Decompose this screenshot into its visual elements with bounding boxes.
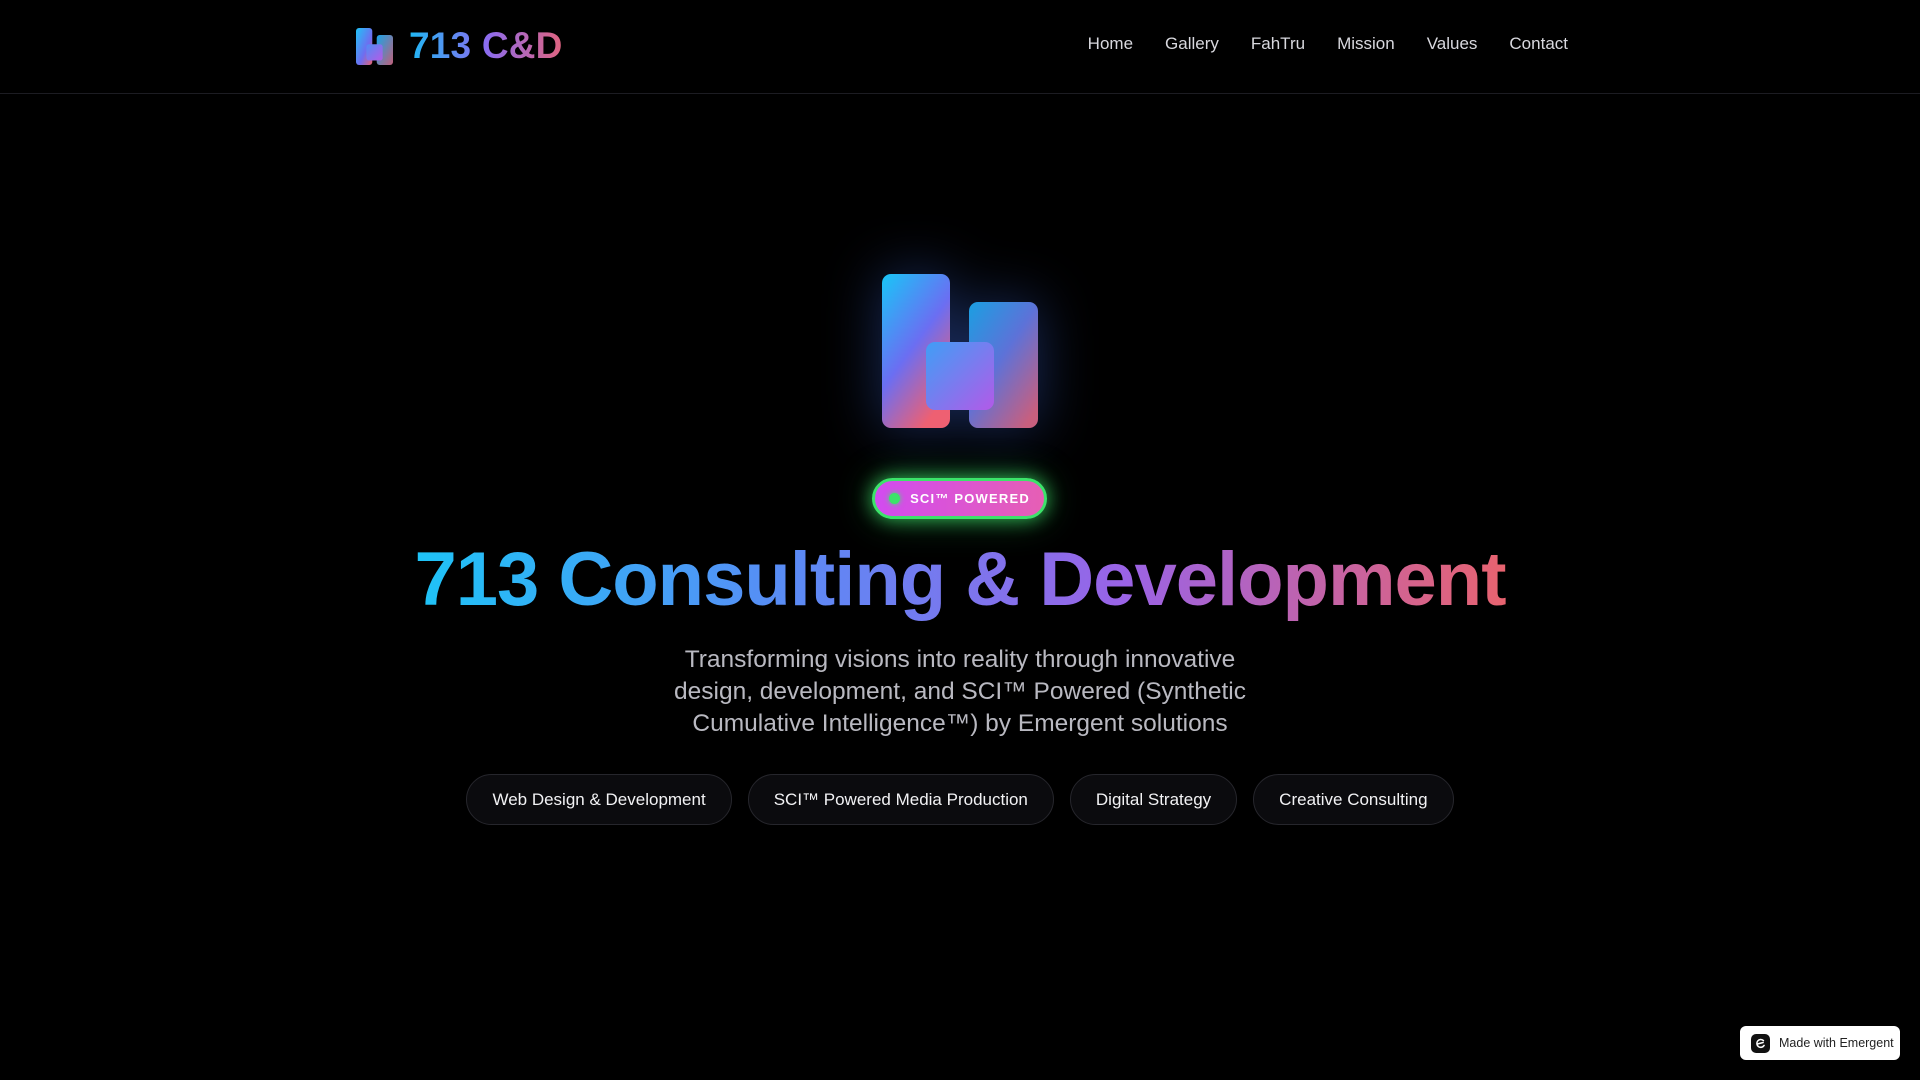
nav-contact[interactable]: Contact: [1509, 34, 1568, 54]
sci-powered-badge: SCI™ POWERED: [872, 478, 1047, 519]
service-chips: Web Design & Development SCI™ Powered Me…: [0, 774, 1920, 825]
brand[interactable]: 713 C&D: [356, 24, 563, 68]
made-with-emergent-badge[interactable]: Made with Emergent: [1740, 1026, 1900, 1060]
hero-title-text: 713 Consulting & Development: [414, 537, 1506, 622]
chip-digital-strategy[interactable]: Digital Strategy: [1069, 774, 1238, 825]
brand-logo-icon: [356, 27, 393, 65]
chip-web-design[interactable]: Web Design & Development: [466, 774, 732, 825]
site-header: 713 C&D Home Gallery FahTru Mission Valu…: [0, 0, 1920, 94]
status-dot-icon: [889, 493, 901, 504]
chip-creative-consulting[interactable]: Creative Consulting: [1253, 774, 1454, 825]
brand-logo-icon: [882, 274, 1038, 428]
nav-values[interactable]: Values: [1427, 34, 1478, 54]
hero-logo: [880, 270, 1040, 430]
landing-page: 713 C&D Home Gallery FahTru Mission Valu…: [0, 0, 1920, 1080]
emergent-icon: [1751, 1033, 1770, 1053]
main-nav: Home Gallery FahTru Mission Values Conta…: [1088, 34, 1568, 54]
brand-name: 713 C&D: [409, 25, 563, 66]
chip-media-production[interactable]: SCI™ Powered Media Production: [747, 774, 1054, 825]
made-with-label: Made with Emergent: [1779, 1036, 1894, 1050]
hero-subtitle: Transforming visions into reality throug…: [674, 646, 1246, 737]
nav-gallery[interactable]: Gallery: [1165, 34, 1219, 54]
nav-fahtru[interactable]: FahTru: [1251, 34, 1305, 54]
hero-title: 713 Consulting & Development: [0, 536, 1920, 624]
nav-mission[interactable]: Mission: [1337, 34, 1395, 54]
nav-home[interactable]: Home: [1088, 34, 1133, 54]
badge-label: SCI™ POWERED: [910, 491, 1030, 506]
